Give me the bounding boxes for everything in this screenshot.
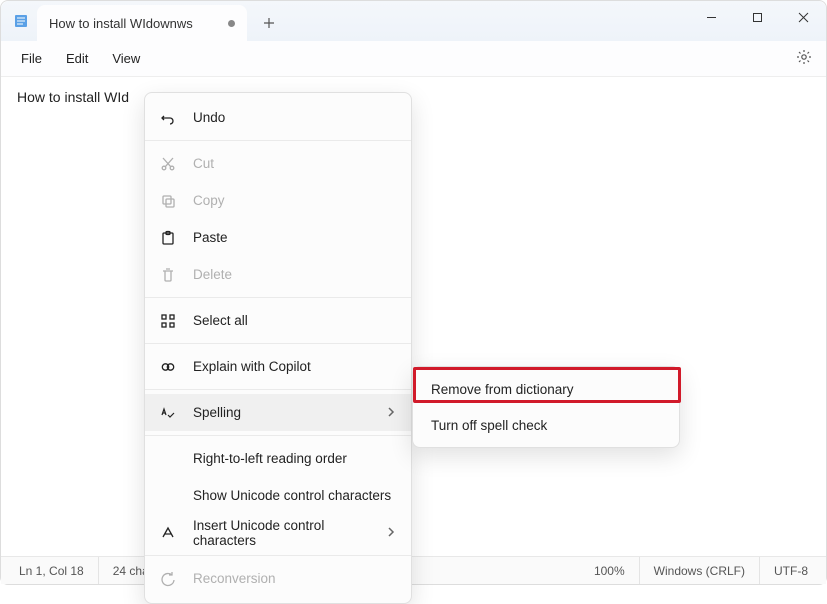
ctx-cut: Cut xyxy=(145,145,411,182)
menu-file[interactable]: File xyxy=(9,45,54,72)
modified-dot-icon xyxy=(228,20,235,27)
statusbar: Ln 1, Col 18 24 characters 100% Windows … xyxy=(1,556,826,584)
document-text: How to install WId xyxy=(17,89,129,105)
chevron-right-icon xyxy=(387,405,397,420)
ctx-spelling[interactable]: Spelling xyxy=(145,394,411,431)
menu-edit[interactable]: Edit xyxy=(54,45,100,72)
ctx-copilot[interactable]: Explain with Copilot xyxy=(145,348,411,385)
status-encoding[interactable]: UTF-8 xyxy=(760,557,822,584)
maximize-button[interactable] xyxy=(734,1,780,33)
cut-icon xyxy=(159,155,177,173)
close-button[interactable] xyxy=(780,1,826,33)
ctx-reconversion: Reconversion xyxy=(145,560,411,597)
status-position[interactable]: Ln 1, Col 18 xyxy=(5,557,99,584)
paste-icon xyxy=(159,229,177,247)
spelling-submenu: Remove from dictionary Turn off spell ch… xyxy=(412,366,680,448)
status-eol[interactable]: Windows (CRLF) xyxy=(640,557,760,584)
status-zoom[interactable]: 100% xyxy=(580,557,640,584)
copy-icon xyxy=(159,192,177,210)
sub-turn-off-spellcheck[interactable]: Turn off spell check xyxy=(413,407,679,443)
tab-active[interactable]: How to install WIdownws xyxy=(37,5,247,41)
ctx-paste[interactable]: Paste xyxy=(145,219,411,256)
spelling-icon xyxy=(159,404,177,422)
new-tab-button[interactable] xyxy=(253,7,285,39)
ctx-undo[interactable]: Undo xyxy=(145,99,411,136)
undo-icon xyxy=(159,109,177,127)
copilot-icon xyxy=(159,358,177,376)
ctx-insert-unicode[interactable]: Insert Unicode control characters xyxy=(145,514,411,551)
ctx-copy: Copy xyxy=(145,182,411,219)
window-controls xyxy=(688,1,826,33)
ctx-show-unicode[interactable]: Show Unicode control characters xyxy=(145,477,411,514)
notepad-window: How to install WIdownws File Edit View H… xyxy=(0,0,827,585)
menubar: File Edit View xyxy=(1,41,826,77)
ctx-rtl[interactable]: Right-to-left reading order xyxy=(145,440,411,477)
text-editor[interactable]: How to install WId xyxy=(1,77,826,556)
select-all-icon xyxy=(159,312,177,330)
chevron-right-icon xyxy=(387,525,397,540)
titlebar: How to install WIdownws xyxy=(1,1,826,41)
minimize-button[interactable] xyxy=(688,1,734,33)
tab-title: How to install WIdownws xyxy=(49,16,193,31)
settings-button[interactable] xyxy=(790,43,818,74)
ctx-delete: Delete xyxy=(145,256,411,293)
context-menu: Undo Cut Copy Paste Delete Select all Ex… xyxy=(144,92,412,604)
delete-icon xyxy=(159,266,177,284)
menu-view[interactable]: View xyxy=(100,45,152,72)
insert-unicode-icon xyxy=(159,524,177,542)
sub-remove-dictionary[interactable]: Remove from dictionary xyxy=(413,371,679,407)
ctx-select-all[interactable]: Select all xyxy=(145,302,411,339)
app-icon xyxy=(13,13,29,29)
